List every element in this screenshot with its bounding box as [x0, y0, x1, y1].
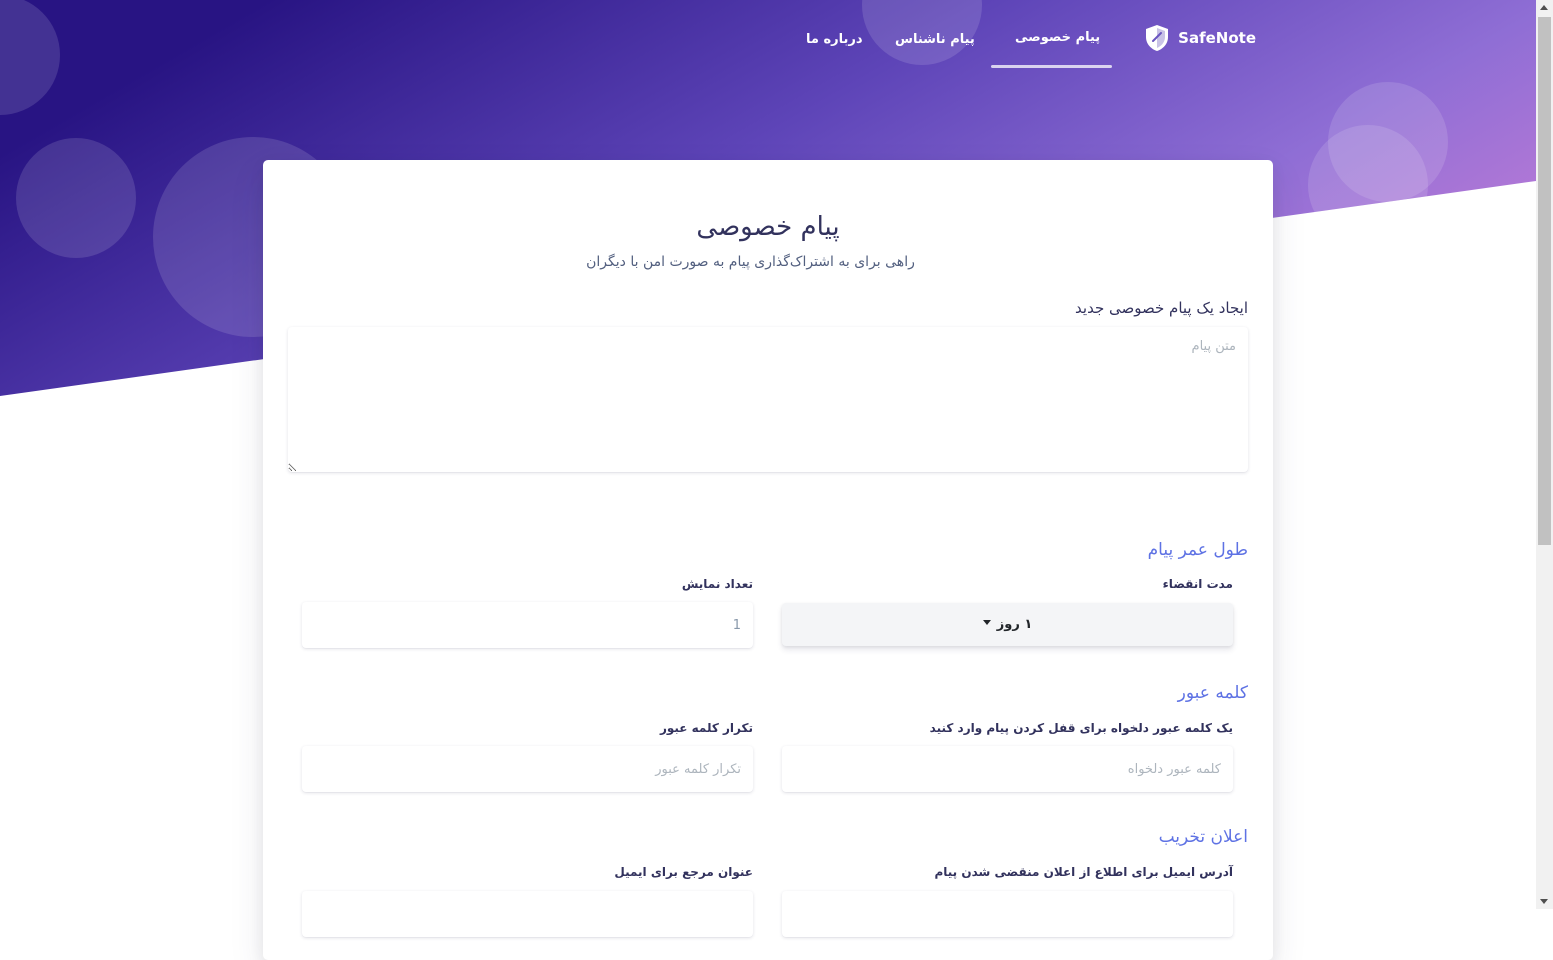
nav-active-indicator	[991, 65, 1112, 68]
password-input[interactable]	[782, 746, 1233, 792]
email-reference-label: عنوان مرجع برای ایمیل	[614, 865, 753, 879]
caret-down-icon	[982, 620, 991, 625]
section-title-lifetime: طول عمر پیام	[1147, 540, 1248, 560]
repeat-password-input[interactable]	[302, 746, 753, 792]
main-card: پیام خصوصی راهی برای به اشتراک‌گذاری پیا…	[263, 160, 1273, 960]
scroll-down-icon[interactable]	[1540, 899, 1548, 904]
repeat-password-label: تکرار کلمه عبور	[659, 721, 753, 735]
expiry-label: مدت انقضاء	[1162, 577, 1233, 591]
notify-email-label: آدرس ایمیل برای اطلاع از اعلان منقضی شدن…	[934, 865, 1233, 879]
nav-link-about[interactable]: درباره ما	[806, 32, 863, 47]
scrollbar-thumb[interactable]	[1538, 17, 1551, 545]
views-count-input[interactable]	[302, 602, 753, 648]
page-title: پیام خصوصی	[696, 212, 840, 242]
nav-link-anonymous-message[interactable]: پیام ناشناس	[895, 32, 975, 47]
notify-email-input[interactable]	[782, 891, 1233, 937]
decor-circle	[16, 138, 136, 258]
brand-logo[interactable]: SafeNote	[1144, 24, 1256, 52]
brand-name: SafeNote	[1178, 29, 1256, 47]
section-title-notify: اعلان تخریب	[1158, 827, 1248, 847]
shield-icon	[1146, 25, 1169, 51]
decor-circle	[1308, 125, 1428, 245]
section-title-password: کلمه عبور	[1177, 683, 1248, 703]
page-subtitle: راهی برای به اشتراک‌گذاری پیام به صورت ا…	[586, 254, 915, 270]
message-textarea[interactable]	[288, 327, 1248, 472]
navbar: SafeNote پیام خصوصی پیام ناشناس درباره م…	[0, 0, 1536, 70]
create-message-label: ایجاد یک پیام خصوصی جدید	[1075, 299, 1248, 317]
password-label: یک کلمه عبور دلخواه برای قفل کردن پیام و…	[929, 721, 1233, 735]
email-reference-input[interactable]	[302, 891, 753, 937]
page-scrollbar[interactable]	[1536, 0, 1553, 909]
scroll-up-icon[interactable]	[1540, 5, 1548, 10]
expiry-select-value: ۱ روز	[996, 617, 1033, 632]
nav-link-private-message[interactable]: پیام خصوصی	[1015, 30, 1100, 45]
views-label: تعداد نمایش	[681, 577, 753, 591]
expiry-select[interactable]: ۱ روز	[782, 603, 1233, 646]
